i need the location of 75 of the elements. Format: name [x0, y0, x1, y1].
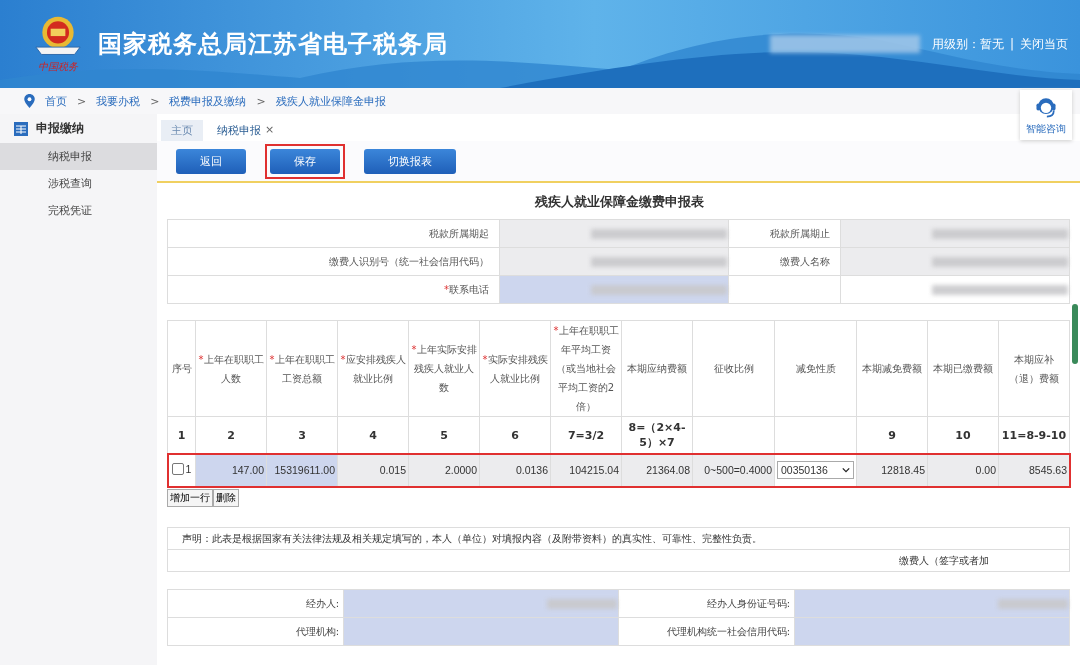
declaration-text: 声明：此表是根据国家有关法律法规及相关规定填写的，本人（单位）对填报内容（及附带资料）的真实性、可靠性、完整性负责。	[167, 527, 1070, 550]
table-cell: 0.00	[927, 453, 999, 487]
redacted-value	[547, 598, 617, 609]
breadcrumb-link[interactable]: 我要办税	[96, 93, 141, 109]
field-label: 税款所属期止	[728, 219, 841, 248]
logo-caption: 中国税务	[38, 60, 78, 74]
table-cell: 8545.63	[998, 453, 1070, 487]
breadcrumb-link[interactable]: 首页	[45, 93, 67, 109]
sidebar-item[interactable]: 完税凭证	[0, 197, 157, 224]
form-title: 残疾人就业保障金缴费申报表	[534, 193, 705, 211]
table-cell: 104215.04	[550, 453, 622, 487]
table-cell: 2.0000	[408, 453, 480, 487]
column-header: *应安排残疾人就业比例	[337, 320, 409, 417]
column-header: 本期应纳费额	[621, 320, 693, 417]
field-label: 代理机构:	[167, 617, 344, 646]
field-label: 代理机构统一社会信用代码:	[618, 617, 795, 646]
field-label: 缴费人识别号（统一社会信用代码）	[167, 247, 500, 276]
scrollbar-thumb[interactable]	[1072, 304, 1078, 364]
sidebar-title: 申报缴纳	[36, 120, 84, 137]
sidebar-item[interactable]: 纳税申报	[0, 143, 157, 170]
input-field[interactable]	[794, 589, 1070, 618]
table-icon	[14, 121, 28, 136]
input-field[interactable]: 15319611.00	[266, 453, 338, 487]
signature-label: 缴费人（签字或者加	[899, 554, 989, 566]
input-field[interactable]	[794, 617, 1070, 646]
row-action-button[interactable]: 删除	[213, 489, 239, 507]
redacted-value	[998, 598, 1068, 609]
header-divider: |	[1009, 37, 1014, 51]
column-header: 减免性质	[774, 320, 857, 417]
column-header: 本期应补（退）费额	[998, 320, 1070, 417]
table-cell: 0.015	[337, 453, 409, 487]
column-number: 1	[167, 416, 196, 454]
column-header: 序号	[167, 320, 196, 417]
sidebar-item[interactable]: 涉税查询	[0, 170, 157, 197]
breadcrumb-separator: >	[256, 94, 266, 108]
close-icon[interactable]: ×	[265, 123, 275, 138]
breadcrumb-separator: >	[150, 94, 160, 108]
input-field[interactable]	[343, 589, 619, 618]
field-label: 经办人身份证号码:	[618, 589, 795, 618]
site-title: 国家税务总局江苏省电子税务局	[98, 29, 448, 60]
table-cell: 0~500=0.4000	[692, 453, 775, 487]
field-label: 税款所属期起	[167, 219, 500, 248]
column-header: *上年实际安排残疾人就业人数	[408, 320, 480, 417]
field-label: 经办人:	[167, 589, 344, 618]
input-field[interactable]	[499, 275, 729, 304]
toolbar-button[interactable]: 切换报表	[364, 148, 456, 174]
input-field[interactable]: 147.00	[195, 453, 267, 487]
toolbar-button[interactable]: 保存	[270, 148, 340, 174]
table-cell: 0.0136	[479, 453, 551, 487]
row-checkbox[interactable]	[171, 463, 184, 475]
toolbar-button[interactable]: 返回	[176, 148, 246, 174]
smart-consult-button[interactable]: 智能咨询	[1020, 90, 1072, 140]
field-label: 缴费人名称	[728, 247, 841, 276]
column-header: *上年在职职工年平均工资（或当地社会平均工资的2倍）	[550, 320, 622, 417]
breadcrumb-link[interactable]: 税费申报及缴纳	[169, 93, 247, 109]
table-cell: 21364.08	[621, 453, 693, 487]
input-field[interactable]	[343, 617, 619, 646]
table-cell: 12818.45	[856, 453, 928, 487]
tab[interactable]: 主页	[161, 120, 203, 141]
column-header: 本期已缴费额	[927, 320, 999, 417]
column-header: *上年在职职工工资总额	[266, 320, 338, 417]
column-header: 征收比例	[692, 320, 775, 417]
row-action-button[interactable]: 增加一行	[167, 489, 213, 507]
column-header: *上年在职职工人数	[195, 320, 267, 417]
column-header: *实际安排残疾人就业比例	[479, 320, 551, 417]
breadcrumb-link[interactable]: 残疾人就业保障金申报	[275, 93, 386, 109]
chevron-down-icon	[842, 467, 850, 473]
close-page-link[interactable]: 关闭当页	[1020, 35, 1068, 53]
user-level: 用级别：暂无	[931, 35, 1004, 53]
reduction-dropdown[interactable]: 00350136	[777, 461, 854, 479]
row-number: 1	[185, 463, 192, 475]
column-header: 本期减免费额	[856, 320, 928, 417]
location-pin-icon	[24, 94, 35, 108]
field-label: *联系电话	[167, 275, 500, 304]
breadcrumb-separator: >	[77, 94, 87, 108]
